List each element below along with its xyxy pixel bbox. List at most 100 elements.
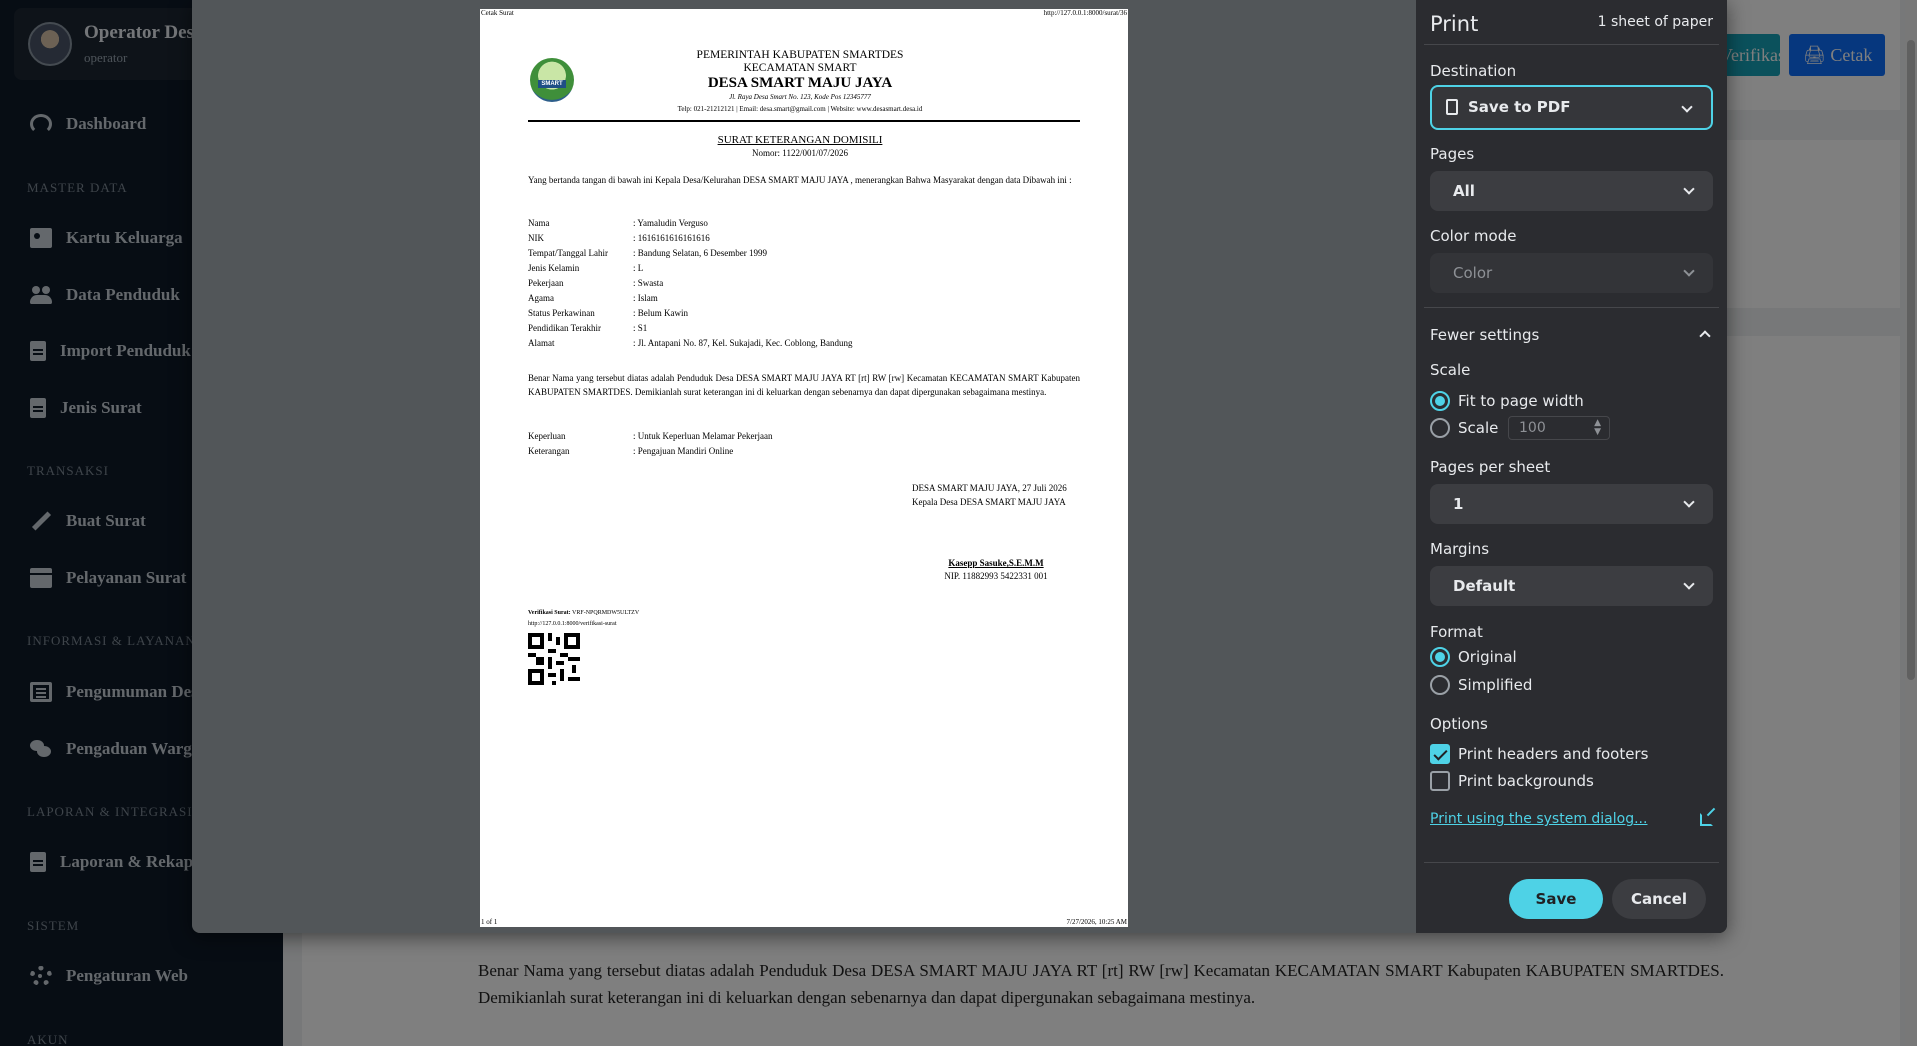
backgrounds-label: Print backgrounds [1458,772,1594,790]
margins-value: Default [1453,577,1516,595]
page-footer-date: 7/27/2026, 10:25 AM [1066,918,1127,926]
verif-label: Verifikasi Surat: [528,610,571,616]
data-row-value: : Belum Kawin [633,308,688,318]
chevron-down-icon [1683,183,1695,195]
margins-label: Margins [1430,540,1490,558]
letter-title: SURAT KETERANGAN DOMISILI [717,134,883,146]
data-row-label: NIK [528,233,544,243]
data-row-label: Tempat/Tanggal Lahir [528,248,608,258]
system-dialog-link[interactable]: Print using the system dialog... [1430,811,1647,827]
format-original-label: Original [1458,648,1517,666]
divider [1424,44,1719,45]
scale-input[interactable]: 100 ▲ ▼ [1508,416,1610,440]
pages-per-sheet-select[interactable]: 1 [1430,484,1713,524]
fewer-settings-label: Fewer settings [1430,326,1540,344]
pages-per-sheet-label: Pages per sheet [1430,458,1551,476]
pages-label: Pages [1430,145,1475,163]
print-settings-panel: Print 1 sheet of paper Destination Save … [1416,0,1727,933]
kop-divider [528,120,1080,122]
format-simplified-radio[interactable] [1430,675,1450,695]
data-row-value: : L [633,263,644,273]
preview-page: Cetak Surat http://127.0.0.1:8000/surat/… [480,9,1128,927]
pages-select[interactable]: All [1430,171,1713,211]
format-simplified-label: Simplified [1458,676,1533,694]
scale-label: Scale [1430,361,1471,379]
data-row-value: : Bandung Selatan, 6 Desember 1999 [633,248,767,258]
kop-address: Jl. Raya Desa Smart No. 123, Kode Pos 12… [729,93,871,101]
data-row-label: Nama [528,218,550,228]
chevron-up-icon [1699,330,1711,342]
print-preview-area: Cetak Surat http://127.0.0.1:8000/surat/… [192,0,1416,933]
destination-select[interactable]: Save to PDF [1430,85,1713,130]
data-row-value: : S1 [633,323,648,333]
data-row-value: : Jl. Antapani No. 87, Kel. Sukajadi, Ke… [633,338,853,348]
keperluan-value: : Untuk Keperluan Melamar Pekerjaan [633,431,773,441]
chevron-down-icon [1683,578,1695,590]
sign-name: Kasepp Sasuke,S.E.M.M [948,558,1044,568]
data-row-value: : Yamaludin Verguso [633,218,708,228]
data-row-label: Agama [528,293,554,303]
scale-custom-radio[interactable] [1430,418,1450,438]
page-header-url: http://127.0.0.1:8000/surat/36 [1043,9,1127,17]
chevron-down-icon [1683,496,1695,508]
scale-value: 100 [1519,420,1546,436]
headers-footers-checkbox[interactable] [1430,744,1450,764]
chevron-down-icon [1681,101,1693,113]
scale-fit-radio[interactable] [1430,391,1450,411]
color-mode-select: Color [1430,253,1713,293]
data-row-label: Status Perkawinan [528,308,595,318]
kop-line-1: PEMERINTAH KABUPATEN SMARTDES [696,49,904,61]
sign-place-date: DESA SMART MAJU JAYA, 27 Juli 2026 [912,483,1067,493]
kop-contact: Telp: 021-21212121 | Email: desa.smart@g… [677,105,923,113]
letter-intro: Yang bertanda tangan di bawah ini Kepala… [528,175,1072,185]
pages-per-sheet-value: 1 [1453,495,1464,513]
data-row-label: Pekerjaan [528,278,564,288]
document-icon [1446,99,1458,115]
data-row-label: Alamat [528,338,555,348]
backgrounds-checkbox[interactable] [1430,771,1450,791]
kop-line-2: KECAMATAN SMART [743,62,857,74]
sign-nip: NIP. 11882993 5422331 001 [944,571,1048,581]
kop-line-3: DESA SMART MAJU JAYA [707,75,893,91]
verif-code: VRF-NPQRMDW5ULTZV [572,610,640,616]
page-header-title: Cetak Surat [481,9,514,17]
data-row-label: Pendidikan Terakhir [528,323,601,333]
format-original-radio[interactable] [1430,647,1450,667]
save-button[interactable]: Save [1509,879,1603,919]
divider [1424,307,1719,308]
keterangan-value: : Pengajuan Mandiri Online [633,446,734,456]
divider [1424,862,1719,863]
sheet-count: 1 sheet of paper [1597,14,1713,30]
scale-fit-label: Fit to page width [1458,392,1584,410]
keperluan-label: Keperluan [528,431,566,441]
external-link-icon[interactable] [1700,807,1716,826]
cancel-button[interactable]: Cancel [1612,879,1706,919]
verification-line: Verifikasi Surat: VRF-NPQRMDW5ULTZV [528,610,639,616]
headers-footers-label: Print headers and footers [1458,745,1649,763]
data-row-value: : 1616161616161616 [633,233,710,243]
fewer-settings-toggle[interactable]: Fewer settings [1430,326,1713,344]
print-title: Print [1430,12,1479,36]
letter-body: Benar Nama yang tersebut diatas adalah P… [528,373,1080,397]
data-row-value: : Islam [633,293,658,303]
sign-role: Kepala Desa DESA SMART MAJU JAYA [912,497,1066,507]
destination-label: Destination [1430,62,1517,80]
color-mode-value: Color [1453,264,1493,282]
chevron-down-icon [1683,265,1695,277]
keterangan-label: Keterangan [528,446,570,456]
page-footer-count: 1 of 1 [481,918,498,926]
qr-code [528,633,580,685]
margins-select[interactable]: Default [1430,566,1713,606]
color-mode-label: Color mode [1430,227,1517,245]
data-row-label: Jenis Kelamin [528,263,580,273]
letter-number: Nomor: 1122/001/07/2026 [752,148,848,158]
pages-value: All [1453,182,1475,200]
destination-value: Save to PDF [1468,98,1571,116]
scale-custom-label: Scale [1458,419,1499,437]
print-dialog: Cetak Surat http://127.0.0.1:8000/surat/… [192,0,1727,933]
format-label: Format [1430,623,1483,641]
data-row-value: : Swasta [633,278,664,288]
verif-url: http://127.0.0.1:8000/verifikasi-surat [528,621,617,627]
options-label: Options [1430,715,1488,733]
stepper-icon: ▲ ▼ [1594,418,1601,437]
